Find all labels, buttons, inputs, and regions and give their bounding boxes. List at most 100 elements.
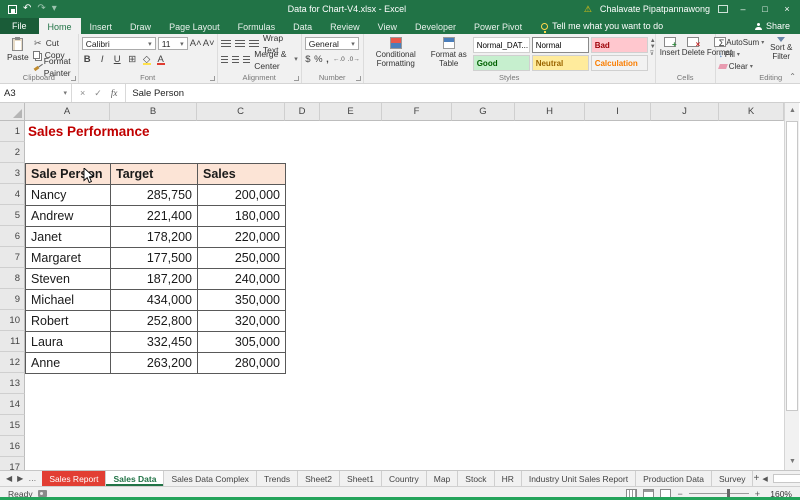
grow-font-icon[interactable]: A˄ — [190, 38, 201, 49]
underline-button[interactable]: U — [112, 54, 123, 65]
name-cell[interactable]: Michael — [26, 290, 111, 311]
italic-button[interactable]: I — [97, 54, 108, 65]
column-header-C[interactable]: C — [197, 103, 285, 121]
comma-format-icon[interactable]: , — [325, 54, 330, 65]
cell-style-good[interactable]: Good — [473, 55, 530, 71]
ribbon-tab-view[interactable]: View — [369, 18, 406, 34]
shrink-font-icon[interactable]: A˅ — [203, 38, 214, 49]
sheet-tab-sales-data[interactable]: Sales Data — [106, 471, 164, 486]
cell-style-neutral[interactable]: Neutral — [532, 55, 589, 71]
header-cell-sales[interactable]: Sales — [198, 164, 286, 185]
name-box[interactable]: A3 ▾ — [0, 84, 72, 102]
value-cell[interactable]: 187,200 — [111, 269, 198, 290]
sheet-tab-map[interactable]: Map — [427, 471, 459, 486]
value-cell[interactable]: 285,750 — [111, 185, 198, 206]
name-cell[interactable]: Margaret — [26, 248, 111, 269]
merge-center-button[interactable]: Merge & Center▾ — [254, 54, 297, 66]
column-header-E[interactable]: E — [320, 103, 382, 121]
value-cell[interactable]: 220,000 — [198, 227, 286, 248]
undo-icon[interactable]: ↶ — [23, 4, 31, 14]
cell-style-normal[interactable]: Normal — [532, 37, 589, 53]
clear-button[interactable]: Clear▾ — [719, 61, 765, 72]
percent-format-icon[interactable]: % — [314, 54, 322, 65]
column-header-B[interactable]: B — [110, 103, 197, 121]
insert-function-icon[interactable]: fx — [111, 88, 118, 98]
value-cell[interactable]: 305,000 — [198, 332, 286, 353]
ribbon-tab-draw[interactable]: Draw — [121, 18, 160, 34]
fill-color-icon[interactable]: ◇ — [142, 54, 152, 65]
select-all-corner[interactable] — [0, 103, 25, 121]
macro-record-icon[interactable] — [38, 490, 47, 497]
header-cell-target[interactable]: Target — [111, 164, 198, 185]
qat-customize-icon[interactable]: ▾ — [52, 4, 57, 14]
font-dialog-launcher-icon[interactable] — [210, 76, 215, 81]
enter-formula-icon[interactable]: ✓ — [94, 88, 102, 99]
value-cell[interactable]: 200,000 — [198, 185, 286, 206]
close-button[interactable]: × — [780, 4, 794, 14]
sheet-tab-sheet1[interactable]: Sheet1 — [340, 471, 382, 486]
name-box-dropdown-icon[interactable]: ▾ — [63, 89, 67, 97]
value-cell[interactable]: 221,400 — [111, 206, 198, 227]
value-cell[interactable]: 263,200 — [111, 353, 198, 374]
sheet-tab-trends[interactable]: Trends — [257, 471, 298, 486]
format-as-table-button[interactable]: Format as Table — [425, 37, 473, 68]
row-header-13[interactable]: 13 — [0, 373, 25, 394]
row-header-3[interactable]: 3 — [0, 163, 25, 184]
alignment-dialog-launcher-icon[interactable] — [294, 76, 299, 81]
row-header-8[interactable]: 8 — [0, 268, 25, 289]
row-header-17[interactable]: 17 — [0, 457, 25, 470]
align-middle-icon[interactable] — [235, 40, 245, 48]
row-header-9[interactable]: 9 — [0, 289, 25, 310]
vertical-scroll-thumb[interactable] — [786, 121, 798, 411]
row-header-10[interactable]: 10 — [0, 310, 25, 331]
column-header-A[interactable]: A — [25, 103, 110, 121]
number-dialog-launcher-icon[interactable] — [356, 76, 361, 81]
font-name-select[interactable]: Calibri▾ — [82, 37, 156, 50]
row-header-14[interactable]: 14 — [0, 394, 25, 415]
paste-button[interactable]: Paste — [3, 37, 33, 73]
value-cell[interactable]: 178,200 — [111, 227, 198, 248]
cell-style-bad[interactable]: Bad — [591, 37, 648, 53]
ribbon-tab-insert[interactable]: Insert — [81, 18, 122, 34]
sheet-tab-sales-data-complex[interactable]: Sales Data Complex — [164, 471, 256, 486]
horizontal-scroll-thumb[interactable] — [773, 474, 800, 483]
tell-me-box[interactable]: Tell me what you want to do — [531, 18, 663, 34]
format-painter-button[interactable]: Format Painter — [33, 61, 75, 73]
scroll-up-icon[interactable]: ▲ — [785, 103, 800, 119]
row-header-5[interactable]: 5 — [0, 205, 25, 226]
column-header-F[interactable]: F — [382, 103, 452, 121]
row-header-1[interactable]: 1 — [0, 121, 25, 142]
ribbon-tab-file[interactable]: File — [0, 18, 39, 34]
number-format-select[interactable]: General▾ — [305, 37, 359, 50]
value-cell[interactable]: 180,000 — [198, 206, 286, 227]
fill-button[interactable]: ↓Fill▾ — [719, 49, 765, 60]
save-icon[interactable] — [8, 5, 17, 14]
sort-filter-button[interactable]: Sort & Filter — [764, 37, 798, 72]
insert-cells-button[interactable]: + Insert — [659, 37, 681, 57]
font-size-select[interactable]: 11▾ — [158, 37, 188, 50]
name-cell[interactable]: Nancy — [26, 185, 111, 206]
decrease-decimal-icon[interactable]: .0→ — [348, 56, 360, 63]
name-cell[interactable]: Janet — [26, 227, 111, 248]
ribbon-tab-review[interactable]: Review — [321, 18, 369, 34]
align-bottom-icon[interactable] — [249, 40, 259, 48]
sheet-nav-right-icon[interactable]: ▶ — [17, 474, 23, 483]
sheet-tab-industry-unit-sales-report[interactable]: Industry Unit Sales Report — [522, 471, 636, 486]
autosum-button[interactable]: ΣAutoSum▾ — [719, 37, 765, 48]
value-cell[interactable]: 240,000 — [198, 269, 286, 290]
borders-icon[interactable]: ⊞ — [127, 54, 138, 65]
ribbon-display-options-icon[interactable] — [718, 5, 728, 13]
value-cell[interactable]: 434,000 — [111, 290, 198, 311]
row-header-12[interactable]: 12 — [0, 352, 25, 373]
currency-format-icon[interactable]: $ — [305, 54, 311, 65]
clipboard-dialog-launcher-icon[interactable] — [71, 76, 76, 81]
row-header-16[interactable]: 16 — [0, 436, 25, 457]
value-cell[interactable]: 320,000 — [198, 311, 286, 332]
sheet-title-cell[interactable]: Sales Performance — [28, 124, 150, 139]
align-center-icon[interactable] — [232, 56, 239, 64]
header-cell-sale-person[interactable]: Sale Person — [26, 164, 111, 185]
value-cell[interactable]: 350,000 — [198, 290, 286, 311]
sheet-tab-sales-report[interactable]: Sales Report — [42, 471, 106, 486]
value-cell[interactable]: 250,000 — [198, 248, 286, 269]
name-cell[interactable]: Laura — [26, 332, 111, 353]
